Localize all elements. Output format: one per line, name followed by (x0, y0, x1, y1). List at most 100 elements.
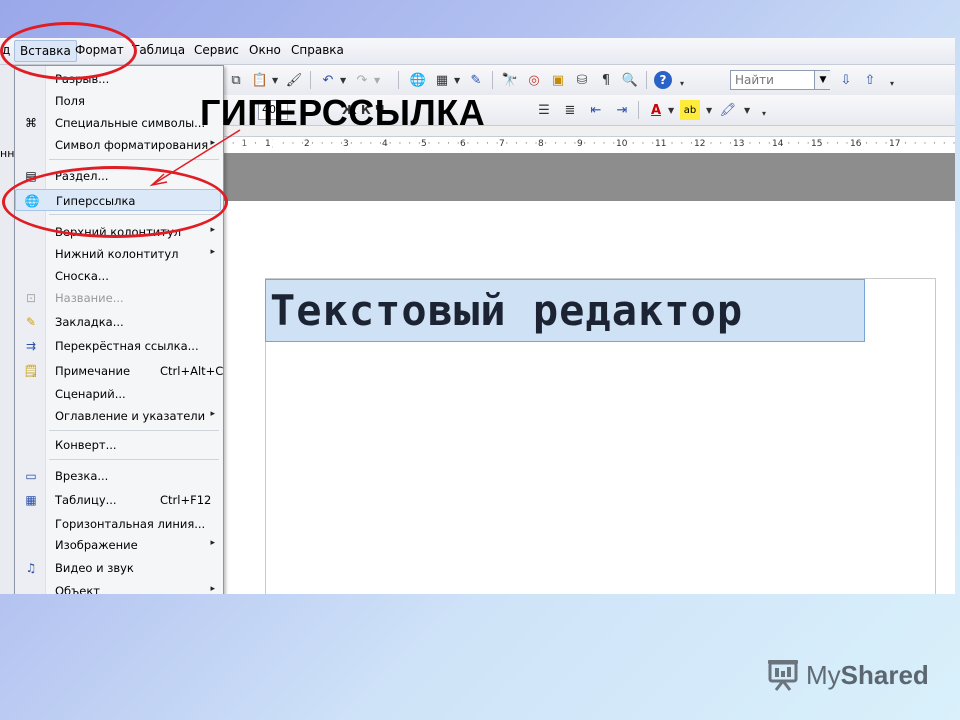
submenu-arrow-icon: ▸ (210, 409, 215, 419)
menubar: д Вставка Формат Таблица Сервис Окно Спр… (0, 38, 955, 65)
menu-item-label: Сноска... (55, 269, 109, 283)
horizontal-ruler[interactable]: · · 1 · ⌛ · · · · · · · · · · · · · · · … (222, 136, 955, 154)
numbering-icon[interactable]: ≣ (560, 100, 580, 120)
redo-icon[interactable]: ↷ (352, 70, 372, 90)
paste-icon[interactable]: 📋 (250, 70, 270, 90)
submenu-arrow-icon: ▸ (210, 584, 215, 594)
menu-item-movie-sound[interactable]: ♫ Видео и звук (15, 557, 221, 579)
menu-tools[interactable]: Сервис (194, 43, 239, 57)
formatting-marks-icon[interactable]: ¶ (596, 70, 616, 90)
selected-heading-text[interactable]: Текстовый редактор (265, 279, 865, 342)
table-dropdown-icon[interactable]: ▼ (454, 76, 460, 85)
menu-separator (49, 430, 219, 431)
brand-name-regular: My (806, 659, 841, 690)
increase-indent-icon[interactable]: ⇥ (612, 100, 632, 120)
menu-item-object[interactable]: Объект ▸ (15, 580, 221, 594)
find-next-icon[interactable]: ⇩ (836, 70, 856, 90)
undo-dropdown-icon[interactable]: ▼ (340, 76, 346, 85)
menu-item-envelope[interactable]: Конверт... (15, 434, 221, 456)
standard-toolbar: ⧉ 📋 ▼ 🖌 ↶ ▼ ↷ ▼ 🌐 ▦ ▼ ✎ 🔭 ◎ ▣ ⛁ ¶ 🔍 ? ▾ … (222, 65, 955, 95)
menu-item-label: Закладка... (55, 315, 124, 329)
submenu-arrow-icon: ▸ (210, 538, 215, 548)
menu-item-script[interactable]: Сценарий... (15, 383, 221, 405)
document-area: Текстовый редактор (222, 153, 955, 594)
menu-item-label: Объект (55, 584, 100, 594)
menu-item-shortcut: Ctrl+F12 (160, 493, 212, 507)
sidebar-fragment: нн (0, 65, 14, 594)
menu-item-cross-reference[interactable]: ⇉ Перекрёстная ссылка... (15, 335, 221, 357)
menu-item-label: Нижний колонтитул (55, 247, 179, 261)
ruler-number: 6 (459, 139, 467, 149)
menu-item-footnote[interactable]: Сноска... (15, 265, 221, 287)
ruler-ticks: · · 1 · ⌛ · · · · · · · · · · · · · · · … (222, 139, 955, 149)
background-dropdown-icon[interactable]: ▼ (744, 106, 750, 115)
hyperlink-callout-label: ГИПЕРССЫЛКА (200, 92, 486, 133)
menu-item-label: Таблицу... (55, 493, 117, 507)
menu-item-table[interactable]: ▦ Таблицу... Ctrl+F12 (15, 489, 221, 511)
menu-item-label: Врезка... (55, 469, 109, 483)
ruler-number: 3 (342, 139, 350, 149)
menu-item-label: Перекрёстная ссылка... (55, 339, 199, 353)
menu-table[interactable]: Таблица (132, 43, 185, 57)
ruler-number: 13 (732, 139, 746, 149)
menu-item-horizontal-line[interactable]: Горизонтальная линия... (15, 513, 221, 535)
menu-item-label: Оглавление и указатели (55, 409, 206, 423)
help-icon[interactable]: ? (654, 71, 672, 89)
menu-item-comment[interactable]: 🗒 Примечание Ctrl+Alt+C (15, 360, 223, 382)
toolbar-overflow-icon[interactable]: ▾ (890, 79, 894, 88)
find-dropdown-icon[interactable]: ▼ (814, 71, 831, 89)
decrease-indent-icon[interactable]: ⇤ (586, 100, 606, 120)
data-sources-icon[interactable]: ⛁ (572, 70, 592, 90)
clone-formatting-icon[interactable]: 🖌 (284, 70, 304, 90)
toolbar-overflow-icon[interactable]: ▾ (762, 109, 766, 118)
menu-item-picture[interactable]: Изображение ▸ (15, 534, 221, 556)
paste-dropdown-icon[interactable]: ▼ (272, 76, 278, 85)
find-previous-icon[interactable]: ⇧ (860, 70, 880, 90)
ruler-number: 12 (693, 139, 707, 149)
menu-item-bookmark[interactable]: ✎ Закладка... (15, 311, 221, 333)
background-color-icon[interactable]: 🖍 (718, 100, 738, 120)
menu-item-label: Название... (55, 291, 124, 305)
bullets-icon[interactable]: ☰ (534, 100, 554, 120)
find-replace-icon[interactable]: 🔭 (500, 70, 520, 90)
gallery-icon[interactable]: ▣ (548, 70, 568, 90)
highlighting-icon[interactable]: ab (680, 100, 700, 120)
menu-help[interactable]: Справка (291, 43, 344, 57)
frame-icon: ▭ (25, 469, 37, 483)
menu-item-label: Видео и звук (55, 561, 134, 575)
ruler-number: 10 (615, 139, 629, 149)
document-page[interactable]: Текстовый редактор (222, 201, 955, 594)
menu-item-label: Горизонтальная линия... (55, 517, 206, 531)
insert-menu-highlight-ellipse (0, 22, 137, 80)
hyperlink-toolbar-icon[interactable]: 🌐 (408, 70, 428, 90)
navigator-icon[interactable]: ◎ (524, 70, 544, 90)
draw-functions-icon[interactable]: ✎ (466, 70, 486, 90)
menu-item-indexes[interactable]: Оглавление и указатели ▸ (15, 405, 221, 427)
menu-item-fields[interactable]: Поля (15, 90, 221, 112)
toolbar-overflow-icon[interactable]: ▾ (680, 79, 684, 88)
menu-item-caption: ⊡ Название... (15, 287, 221, 309)
menu-window[interactable]: Окно (249, 43, 281, 57)
ruler-number: 17 (888, 139, 902, 149)
presentation-board-icon (768, 660, 798, 691)
table-toolbar-icon[interactable]: ▦ (432, 70, 452, 90)
ruler-number: 16 (849, 139, 863, 149)
copy-icon[interactable]: ⧉ (226, 70, 246, 90)
undo-icon[interactable]: ↶ (318, 70, 338, 90)
style-box-fragment[interactable]: нн (0, 147, 14, 160)
ruler-number: 8 (537, 139, 545, 149)
toolbar-separator (638, 101, 639, 119)
toolbar-separator (398, 71, 399, 89)
highlighting-dropdown-icon[interactable]: ▼ (706, 106, 712, 115)
menu-item-frame[interactable]: ▭ Врезка... (15, 465, 221, 487)
ruler-number: 14 (771, 139, 785, 149)
zoom-icon[interactable]: 🔍 (620, 70, 640, 90)
menu-item-footer[interactable]: Нижний колонтитул ▸ (15, 243, 221, 265)
font-color-dropdown-icon[interactable]: ▼ (668, 106, 674, 115)
ruler-number: 7 (498, 139, 506, 149)
toolbar-separator (646, 71, 647, 89)
comment-icon: 🗒 (23, 364, 39, 378)
font-color-icon[interactable]: A (646, 100, 666, 120)
redo-dropdown-icon[interactable]: ▼ (374, 76, 380, 85)
ruler-number: 1 (264, 139, 272, 149)
